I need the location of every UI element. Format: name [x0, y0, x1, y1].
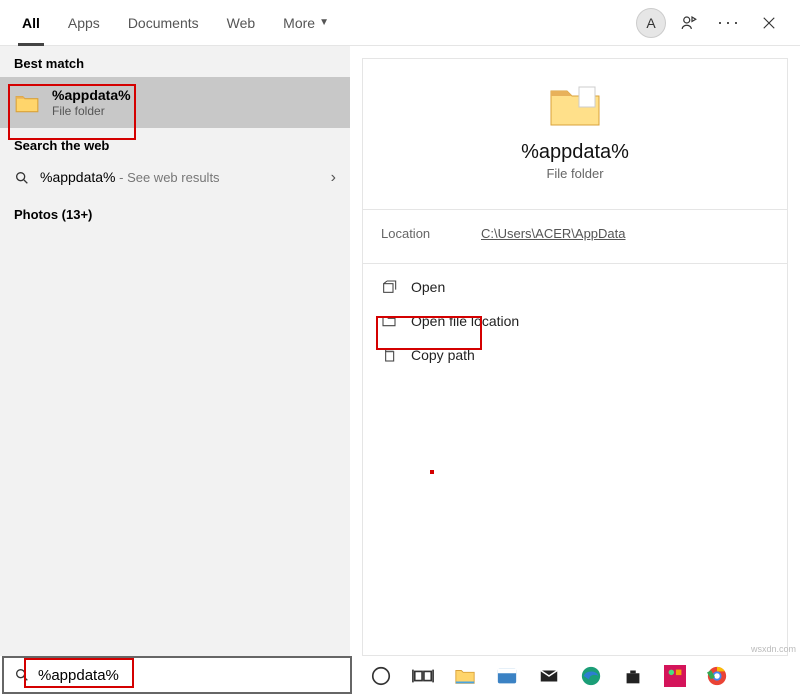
tab-all[interactable]: All — [8, 0, 54, 45]
web-suffix: - See web results — [116, 170, 220, 185]
results-panel: Best match %appdata% File folder Search … — [0, 46, 350, 656]
app2-icon[interactable] — [664, 665, 686, 687]
search-web-header: Search the web — [0, 128, 350, 159]
cortana-icon[interactable] — [370, 665, 392, 687]
folder-icon — [14, 92, 40, 114]
web-result[interactable]: %appdata% - See web results › — [0, 159, 350, 197]
preview-subtitle: File folder — [546, 166, 603, 181]
web-term: %appdata% — [40, 169, 116, 185]
open-icon — [381, 279, 397, 295]
action-open[interactable]: Open — [363, 270, 787, 304]
result-appdata[interactable]: %appdata% File folder — [0, 77, 350, 128]
action-copy-path-label: Copy path — [411, 347, 475, 363]
close-icon[interactable] — [752, 6, 786, 40]
result-subtitle: File folder — [52, 104, 131, 118]
search-icon — [14, 667, 30, 683]
chrome-icon[interactable] — [706, 665, 728, 687]
tab-apps[interactable]: Apps — [54, 0, 114, 45]
avatar[interactable]: A — [636, 8, 666, 38]
tab-web[interactable]: Web — [213, 0, 270, 45]
store-icon[interactable] — [622, 665, 644, 687]
feedback-icon[interactable] — [672, 6, 706, 40]
result-title: %appdata% — [52, 87, 131, 103]
folder-location-icon — [381, 313, 397, 329]
red-dot — [430, 470, 434, 474]
tab-more[interactable]: More ▼ — [269, 0, 343, 45]
tab-more-label: More — [283, 15, 315, 31]
preview-title: %appdata% — [521, 141, 629, 164]
best-match-header: Best match — [0, 46, 350, 77]
location-link[interactable]: C:\Users\ACER\AppData — [481, 226, 626, 241]
action-open-location[interactable]: Open file location — [363, 304, 787, 338]
edge-icon[interactable] — [580, 665, 602, 687]
task-view-icon[interactable] — [412, 665, 434, 687]
action-open-label: Open — [411, 279, 445, 295]
filter-tabs: All Apps Documents Web More ▼ A ··· — [0, 0, 800, 46]
app-icon[interactable] — [496, 665, 518, 687]
watermark: wsxdn.com — [751, 644, 796, 654]
copy-icon — [381, 347, 397, 363]
action-open-location-label: Open file location — [411, 313, 519, 329]
search-icon — [14, 170, 30, 186]
search-box[interactable] — [2, 656, 352, 694]
action-copy-path[interactable]: Copy path — [363, 338, 787, 372]
photos-header: Photos (13+) — [0, 197, 350, 228]
file-explorer-icon[interactable] — [454, 665, 476, 687]
more-options-icon[interactable]: ··· — [712, 6, 746, 40]
location-label: Location — [381, 226, 481, 241]
folder-icon — [547, 81, 603, 129]
preview-panel: %appdata% File folder Location C:\Users\… — [350, 46, 800, 656]
taskbar-area — [0, 656, 800, 696]
search-input[interactable] — [38, 667, 340, 684]
mail-icon[interactable] — [538, 665, 560, 687]
tab-documents[interactable]: Documents — [114, 0, 213, 45]
chevron-down-icon: ▼ — [319, 17, 329, 28]
chevron-right-icon: › — [331, 169, 336, 187]
